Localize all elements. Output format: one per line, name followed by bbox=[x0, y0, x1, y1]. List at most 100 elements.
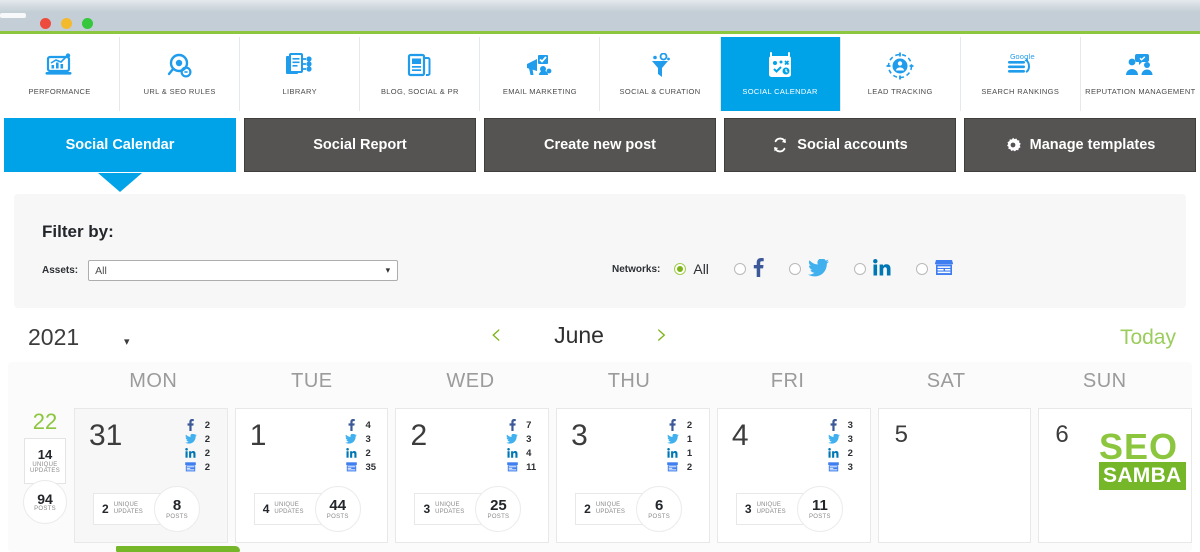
calendar-day-cell[interactable]: 4 3 3 2 3 3 UNIQUE UPDATES 11 POSTS bbox=[716, 408, 871, 543]
nav-item-social-calendar[interactable]: SOCIAL CALENDAR bbox=[720, 37, 841, 111]
social-accounts-button[interactable]: Social accounts bbox=[724, 118, 956, 172]
day-posts-label: Posts bbox=[808, 513, 831, 520]
radio-all[interactable] bbox=[674, 263, 687, 275]
network-option-twitter[interactable] bbox=[788, 257, 829, 280]
manage-templates-button[interactable]: Manage templates bbox=[964, 118, 1196, 172]
nav-item-search-rankings[interactable]: Google SEARCH RANKINGS bbox=[961, 37, 1081, 111]
filter-panel: Filter by: Assets: All ▾ Networks: All bbox=[14, 194, 1186, 308]
twitter-icon bbox=[345, 434, 358, 444]
week-posts-total: 94 Posts bbox=[23, 480, 67, 525]
day-of-week-header: MON TUE WED THU FRI SAT SUN bbox=[74, 370, 1184, 408]
calendar-day-cell[interactable]: 2 7 3 4 11 3 UNIQUE UPDATES 25 POSTS bbox=[395, 408, 550, 543]
social-report-button[interactable]: Social Report bbox=[244, 118, 476, 172]
unique-label: Unique bbox=[274, 502, 299, 509]
people-chat-icon bbox=[1125, 51, 1155, 81]
gear-icon bbox=[1005, 137, 1021, 153]
count-value: 11 bbox=[526, 461, 537, 473]
linkedin-icon bbox=[873, 259, 891, 279]
nav-item-email-marketing[interactable]: EMAIL MARKETING bbox=[480, 37, 601, 111]
day-unique-updates-value: 3 bbox=[423, 502, 431, 516]
logo-seo-text: SEO bbox=[1099, 426, 1179, 467]
network-option-all[interactable]: All bbox=[674, 261, 709, 277]
count-row-twitter: 3 bbox=[345, 433, 377, 445]
nav-item-performance[interactable]: PERFORMANCE bbox=[0, 37, 121, 111]
dow-sat: SAT bbox=[926, 370, 966, 392]
calendar-day-cell[interactable]: 3 2 1 1 2 2 UNIQUE UPDATES 6 POSTS bbox=[556, 408, 710, 543]
count-value: 2 bbox=[686, 461, 693, 473]
count-row-twitter: 3 bbox=[506, 433, 538, 445]
dow-mon: MON bbox=[129, 370, 178, 392]
calendar-day-cell[interactable]: 31 2 2 2 2 2 UNIQUE UPDATES 8 POSTS bbox=[74, 408, 228, 543]
day-posts-value: 25 bbox=[490, 496, 507, 514]
count-row-gmb: 3 bbox=[828, 461, 860, 473]
count-value: 3 bbox=[365, 433, 371, 445]
twitter-icon bbox=[667, 434, 679, 444]
storefront-icon bbox=[934, 259, 954, 279]
browser-chrome bbox=[0, 0, 1200, 34]
assets-label: Assets: bbox=[42, 265, 79, 276]
linkedin-icon bbox=[828, 448, 840, 458]
month-label: June bbox=[554, 321, 604, 348]
social-report-button-label: Social Report bbox=[313, 137, 407, 153]
network-option-facebook[interactable] bbox=[733, 258, 764, 280]
day-number: 6 bbox=[1055, 421, 1069, 448]
nav-item-blog-social-pr[interactable]: BLOG, SOCIAL & PR bbox=[360, 37, 481, 111]
count-row-linkedin: 2 bbox=[185, 447, 217, 459]
today-link[interactable]: Today bbox=[1120, 326, 1176, 350]
radio-gmb[interactable] bbox=[915, 263, 928, 275]
year-chevron-down-icon[interactable]: ▾ bbox=[124, 335, 130, 348]
create-new-post-button[interactable]: Create new post bbox=[484, 118, 716, 172]
count-value: 2 bbox=[204, 433, 211, 445]
storefront-icon bbox=[667, 462, 679, 472]
maximize-window-dot[interactable] bbox=[82, 18, 93, 29]
network-option-linkedin[interactable] bbox=[853, 259, 891, 279]
count-value: 3 bbox=[847, 433, 853, 445]
social-accounts-button-label: Social accounts bbox=[797, 137, 908, 153]
calendar-day-cells: 3 1 2 2 2 2 2 UNIQUE UPDATES 8 POSTS 1 4 … bbox=[74, 408, 1193, 552]
calendar-day-cell[interactable]: 5 bbox=[877, 408, 1032, 543]
week-number: 22 bbox=[32, 409, 58, 434]
social-calendar-button-label: Social Calendar bbox=[65, 137, 175, 153]
count-value: 4 bbox=[365, 419, 371, 431]
day-summary: 2 Unique Updates 6 Posts bbox=[575, 486, 683, 532]
day-unique-updates-label: Unique Updates bbox=[274, 502, 303, 515]
day-summary: 4 Unique Updates 44 Posts bbox=[253, 486, 361, 532]
nav-item-lead-tracking[interactable]: LEAD TRACKING bbox=[841, 37, 961, 111]
calendar-day-cell[interactable]: 1 4 3 2 35 4 UNIQUE UPDATES 44 POSTS bbox=[234, 408, 389, 543]
prev-month-chevron-left-icon[interactable]: ‹ bbox=[490, 320, 502, 350]
nav-item-label: URL & SEO RULES bbox=[143, 87, 216, 97]
count-row-facebook: 3 bbox=[828, 419, 860, 431]
week-posts-label: Posts bbox=[34, 506, 56, 513]
calendar-day-cell[interactable]: 6 SEO SAMBA bbox=[1038, 408, 1193, 543]
next-month-chevron-right-icon[interactable]: › bbox=[656, 320, 668, 350]
nav-item-label: SOCIAL CALENDAR bbox=[742, 87, 818, 97]
nav-item-social-curation[interactable]: SOCIAL & CURATION bbox=[600, 37, 721, 111]
unique-label: Unique bbox=[756, 502, 782, 509]
storefront-icon bbox=[506, 462, 518, 472]
nav-item-library[interactable]: LIBRARY bbox=[240, 37, 361, 111]
radio-twitter[interactable] bbox=[788, 263, 801, 275]
social-calendar-button[interactable]: Social Calendar bbox=[4, 118, 236, 172]
count-value: 35 bbox=[365, 461, 377, 473]
minimize-window-dot[interactable] bbox=[61, 18, 72, 29]
radio-linkedin[interactable] bbox=[853, 263, 866, 275]
nav-item-reputation-management[interactable]: REPUTATION MANAGEMENT bbox=[1081, 37, 1200, 111]
close-window-dot[interactable] bbox=[40, 18, 51, 29]
radio-facebook[interactable] bbox=[733, 263, 746, 275]
chrome-left-stub bbox=[0, 13, 26, 18]
manage-templates-button-label: Manage templates bbox=[1029, 137, 1156, 153]
main-navigation: PERFORMANCE URL & SEO RULES LIBRARY BLOG… bbox=[0, 37, 1200, 111]
day-number: 3 bbox=[571, 419, 588, 452]
svg-text:Google: Google bbox=[1010, 53, 1035, 61]
network-option-gmb[interactable] bbox=[915, 259, 954, 279]
day-number: 1 bbox=[249, 419, 267, 452]
day-posts-total: 44 Posts bbox=[314, 486, 361, 532]
count-row-twitter: 2 bbox=[184, 433, 217, 445]
newspaper-icon bbox=[407, 51, 433, 81]
assets-filter-row: Assets: All ▾ bbox=[42, 260, 399, 281]
assets-select[interactable]: All bbox=[88, 260, 399, 281]
nav-item-label: LIBRARY bbox=[282, 87, 317, 97]
nav-item-url-seo-rules[interactable]: URL & SEO RULES bbox=[120, 37, 241, 111]
count-value: 2 bbox=[686, 419, 693, 431]
day-posts-label: Posts bbox=[487, 513, 510, 520]
